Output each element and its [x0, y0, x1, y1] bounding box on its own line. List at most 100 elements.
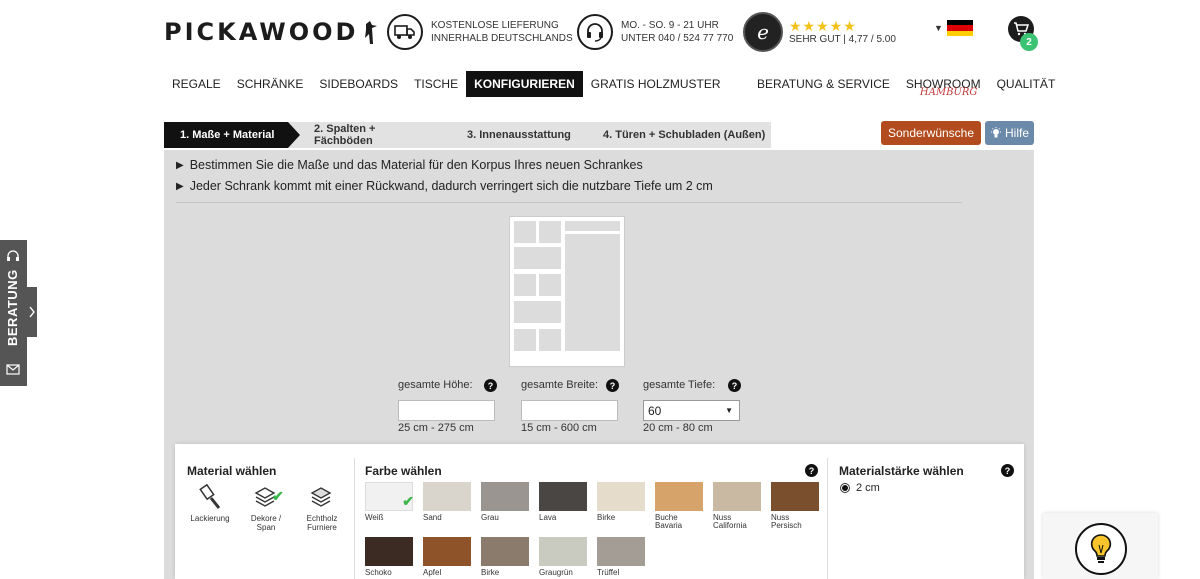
language-selector[interactable]: ▼ [934, 20, 973, 36]
color-swatch-label: Weiß [365, 514, 415, 522]
help-question-icon[interactable]: ? [728, 379, 741, 392]
german-flag-icon [946, 20, 973, 36]
dropdown-arrow-icon: ▼ [725, 406, 733, 415]
hotline-hours: MO. - SO. 9 - 21 UHR [621, 20, 719, 31]
material-option-label: Echtholz [306, 514, 338, 523]
headset-icon [577, 14, 613, 50]
material-option-dekore-span[interactable]: Dekore / Span ✔ [241, 484, 291, 532]
nav-item-showroom[interactable]: SHOWROOM Hamburg [898, 71, 989, 98]
color-swatch[interactable] [481, 482, 529, 511]
width-input[interactable] [521, 400, 618, 421]
depth-range: 20 cm - 80 cm [643, 422, 713, 434]
color-swatch-name: Birke [481, 568, 500, 577]
color-swatch[interactable] [597, 537, 645, 566]
help-question-icon[interactable]: ? [805, 464, 818, 477]
material-option-echtholz-furniere[interactable]: Echtholz Furniere [297, 484, 347, 532]
beratung-side-tab[interactable]: BERATUNG [0, 240, 27, 386]
nav-item-tische[interactable]: TISCHE [406, 71, 466, 97]
step-2-label: 2. Spalten + Fächböden [314, 123, 376, 147]
color-swatch[interactable] [423, 537, 471, 566]
color-swatch[interactable] [655, 482, 703, 511]
color-swatch[interactable] [771, 482, 819, 511]
step-arrow [433, 122, 445, 148]
color-swatch-name: Sand [423, 513, 442, 522]
step-3-label: 3. Innenausstattung [467, 129, 571, 141]
color-swatch-label: Nuss California [713, 514, 763, 530]
material-option-lackierung[interactable]: Lackierung [185, 484, 235, 523]
divider [827, 458, 828, 579]
divider [176, 202, 962, 203]
material-option-label-2: Furniere [307, 523, 337, 532]
nav-item-qualitaet[interactable]: QUALITÄT [989, 71, 1064, 97]
configurator-steps: 1. Maße + Material 2. Spalten + Fächböde… [164, 122, 771, 148]
secondary-nav: BERATUNG & SERVICE SHOWROOM Hamburg QUAL… [749, 71, 1064, 98]
color-swatch-label: Lava [539, 514, 589, 522]
color-swatch[interactable] [597, 482, 645, 511]
side-tab-expand-handle[interactable] [27, 287, 37, 337]
nav-item-sideboards[interactable]: SIDEBOARDS [311, 71, 406, 97]
color-swatch[interactable] [365, 537, 413, 566]
play-arrow-icon: ▶ [176, 180, 184, 192]
color-swatch[interactable] [713, 482, 761, 511]
instruction-2-text: Jeder Schrank kommt mit einer Rückwand, … [189, 179, 713, 193]
thickness-option-label: 2 cm [856, 482, 880, 494]
height-label: gesamte Höhe: [398, 379, 473, 391]
color-swatch-label: Grau [481, 514, 531, 522]
step-1-label: 1. Maße + Material [180, 129, 275, 141]
sonderwuensche-button[interactable]: Sonderwünsche [881, 121, 981, 145]
step-1-tab[interactable]: 1. Maße + Material [164, 122, 300, 148]
color-swatch-label: Graugrün [539, 569, 589, 577]
step-arrow [573, 122, 585, 148]
color-swatch-name-2: Persisch [771, 521, 802, 530]
instruction-1-text: Bestimmen Sie die Maße und das Material … [189, 158, 643, 172]
depth-label: gesamte Tiefe: [643, 379, 716, 391]
depth-select[interactable]: 60 ▼ [643, 400, 740, 421]
color-swatch[interactable] [481, 537, 529, 566]
thickness-option-2cm[interactable]: 2 cm [840, 482, 880, 494]
checkmark-icon: ✔ [272, 488, 284, 504]
material-option-label: Dekore / [250, 514, 282, 523]
help-question-icon[interactable]: ? [606, 379, 619, 392]
color-swatch-name: Birke [597, 513, 616, 522]
help-question-icon[interactable]: ? [1001, 464, 1014, 477]
color-swatch-label: Buche Bavaria [655, 514, 705, 530]
hilfe-button[interactable]: Hilfe [985, 121, 1034, 145]
color-swatch-name: Apfel [423, 568, 442, 577]
color-swatch-name: Weiß [365, 513, 384, 522]
color-swatch-name-2: California [713, 521, 747, 530]
nav-item-gratis-holzmuster[interactable]: GRATIS HOLZMUSTER [583, 71, 729, 97]
paint-brush-icon [199, 484, 221, 509]
step-4-tab[interactable]: 4. Türen + Schubladen (Außen) [573, 122, 771, 148]
color-swatch-label: Birke [481, 569, 531, 577]
hilfe-label: Hilfe [1004, 126, 1029, 140]
rating-stars: ★★★★★ [789, 17, 857, 34]
color-swatch-label: Apfel [423, 569, 473, 577]
pickawood-logo[interactable]: PICKAWOOD [164, 14, 378, 46]
step-3-tab[interactable]: 3. Innenausstattung [433, 122, 585, 148]
trusted-shops-rating[interactable]: e ★★★★★ SEHR GUT | 4,77 / 5.00 [743, 12, 896, 52]
radio-selected-icon [840, 483, 850, 493]
color-swatch[interactable] [423, 482, 471, 511]
nav-item-konfigurieren[interactable]: KONFIGURIEREN [466, 71, 583, 97]
lightbulb-icon [990, 127, 1001, 138]
nav-item-beratung-service[interactable]: BERATUNG & SERVICE [749, 71, 898, 97]
color-swatch-label: Birke [597, 514, 647, 522]
nav-item-schraenke[interactable]: SCHRÄNKE [229, 71, 312, 97]
material-option-label-2: Span [256, 523, 276, 532]
color-swatch[interactable] [539, 482, 587, 511]
delivery-line2: INNERHALB DEUTSCHLANDS [431, 33, 573, 44]
width-label: gesamte Breite: [521, 379, 599, 391]
height-input[interactable] [398, 400, 495, 421]
step-2-tab[interactable]: 2. Spalten + Fächböden [288, 122, 445, 148]
color-swatch-name: Trüffel [597, 568, 620, 577]
material-title: Material wählen [187, 464, 277, 478]
color-swatch[interactable] [539, 537, 587, 566]
color-swatch[interactable]: ✔ [365, 482, 414, 511]
help-question-icon[interactable]: ? [484, 379, 497, 392]
idea-help-widget[interactable] [1043, 513, 1158, 579]
step-arrow [288, 122, 300, 148]
hotline-phone[interactable]: UNTER 040 / 524 77 770 [621, 32, 733, 45]
nav-item-regale[interactable]: REGALE [164, 71, 229, 97]
material-section: Material wählen Lackierung Dekore / Span… [175, 444, 1024, 579]
woodpecker-icon [365, 21, 378, 44]
